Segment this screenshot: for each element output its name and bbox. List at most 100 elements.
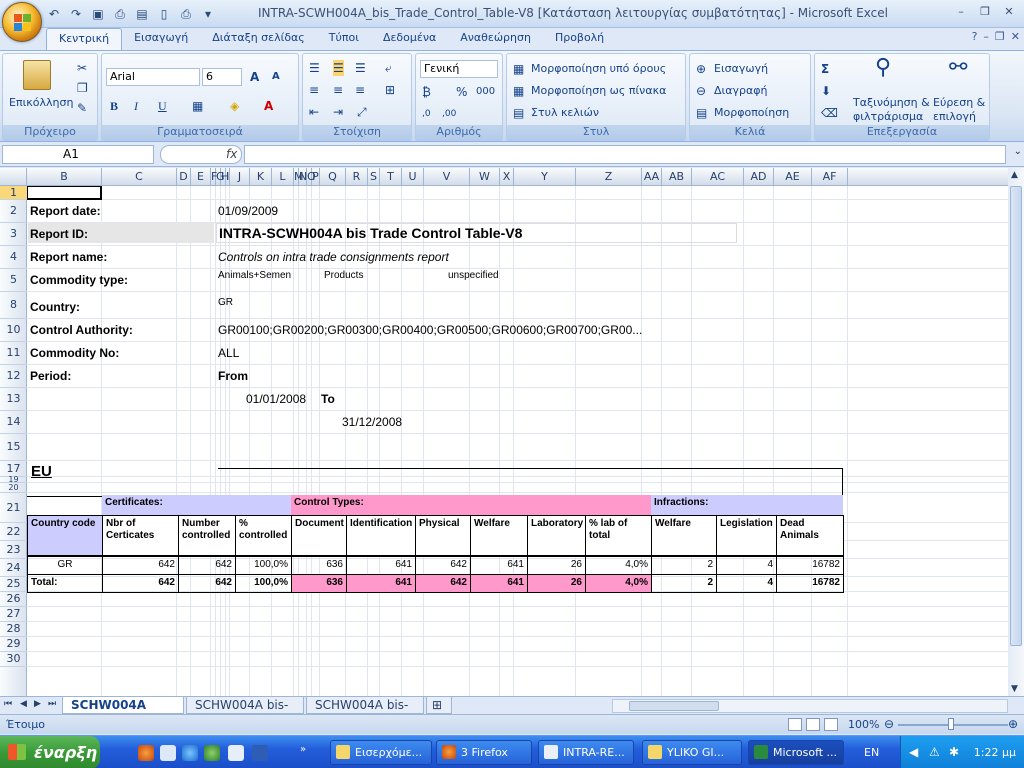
- font-size-select[interactable]: 6: [202, 68, 242, 86]
- sheet-tab-1[interactable]: SCHW004A bis-1: [62, 697, 184, 729]
- column-header[interactable]: S: [368, 168, 380, 186]
- align-middle-icon[interactable]: ☰: [333, 60, 344, 76]
- first-sheet-icon[interactable]: ⏮: [4, 699, 12, 709]
- horizontal-scrollbar[interactable]: [612, 699, 1008, 713]
- number-format-select[interactable]: Γενική: [420, 60, 498, 78]
- paste-button[interactable]: Επικόλληση: [9, 96, 73, 109]
- vertical-scrollbar[interactable]: ▲ ▼: [1008, 168, 1024, 696]
- row-header[interactable]: 15: [0, 434, 27, 461]
- tab-formulas[interactable]: Τύποι: [317, 28, 371, 50]
- increase-decimal-icon[interactable]: ,0: [422, 106, 431, 122]
- column-header[interactable]: W: [470, 168, 500, 186]
- cell-styles-button[interactable]: Στυλ κελιών: [531, 106, 599, 119]
- redo-icon[interactable]: ↷: [68, 6, 84, 22]
- insert-cells-icon[interactable]: ⊕: [696, 61, 706, 77]
- column-header[interactable]: V: [424, 168, 470, 186]
- save-icon[interactable]: ▣: [90, 6, 106, 22]
- italic-button[interactable]: I: [134, 98, 138, 114]
- column-header[interactable]: K: [250, 168, 272, 186]
- volume-icon[interactable]: ✱: [949, 745, 959, 759]
- row-header[interactable]: 12: [0, 365, 27, 388]
- wrap-text-icon[interactable]: ⤶: [385, 60, 392, 76]
- merge-center-icon[interactable]: ⊞: [385, 82, 395, 98]
- format-table-icon[interactable]: ▦: [513, 83, 524, 99]
- font-color-icon[interactable]: A: [264, 98, 273, 114]
- format-painter-icon[interactable]: ✎: [77, 100, 87, 116]
- row-header[interactable]: 20: [0, 483, 27, 493]
- workbook-close-icon[interactable]: ✕: [1011, 30, 1020, 43]
- last-sheet-icon[interactable]: ⏭: [48, 699, 56, 709]
- tab-insert[interactable]: Εισαγωγή: [122, 28, 200, 50]
- row-header[interactable]: 30: [0, 652, 27, 667]
- zoom-level[interactable]: 100%: [848, 718, 879, 731]
- taskbar-item-folder[interactable]: YLIKO GI...: [642, 740, 742, 765]
- ie-quicklaunch-icon[interactable]: [182, 745, 198, 761]
- row-header[interactable]: 11: [0, 342, 27, 365]
- taskbar-item-inbox[interactable]: Εισερχόμε...: [330, 740, 432, 765]
- font-name-select[interactable]: Arial: [106, 68, 200, 86]
- sort-filter-button-line1[interactable]: Ταξινόμηση &: [853, 96, 930, 109]
- customize-qat-icon[interactable]: ▾: [200, 6, 216, 22]
- column-header[interactable]: C: [102, 168, 177, 186]
- row-header[interactable]: 22: [0, 523, 27, 541]
- undo-icon[interactable]: ↶: [46, 6, 62, 22]
- firefox-quicklaunch-icon[interactable]: [138, 745, 154, 761]
- outlook-quicklaunch-icon[interactable]: [228, 745, 244, 761]
- zoom-out-icon[interactable]: ⊖: [884, 717, 894, 731]
- clear-icon[interactable]: ⌫: [821, 105, 838, 121]
- currency-icon[interactable]: ₿: [422, 84, 431, 100]
- find-select-icon[interactable]: ⚯: [949, 57, 967, 79]
- underline-button[interactable]: U: [158, 98, 167, 114]
- borders-icon[interactable]: ▦: [192, 98, 203, 114]
- column-header[interactable]: AE: [774, 168, 812, 186]
- row-header[interactable]: 4: [0, 246, 27, 269]
- column-header[interactable]: T: [380, 168, 402, 186]
- column-header[interactable]: Y: [514, 168, 576, 186]
- column-header[interactable]: U: [402, 168, 424, 186]
- maximize-button[interactable]: ❐: [974, 3, 996, 21]
- scroll-up-icon[interactable]: ▲: [1011, 170, 1018, 180]
- expand-formula-icon[interactable]: ⌄: [1014, 146, 1022, 157]
- orientation-icon[interactable]: ⤢: [357, 104, 367, 120]
- row-header[interactable]: 13: [0, 388, 27, 411]
- print-preview-icon[interactable]: ⎙: [112, 6, 128, 22]
- align-left-icon[interactable]: ≡: [309, 82, 319, 98]
- close-button[interactable]: ✕: [998, 3, 1020, 21]
- row-header[interactable]: 28: [0, 622, 27, 637]
- row-header[interactable]: 24: [0, 559, 27, 577]
- increase-indent-icon[interactable]: ⇥: [333, 104, 343, 120]
- column-header[interactable]: B: [27, 168, 102, 186]
- page-break-view-icon[interactable]: [824, 718, 838, 731]
- decrease-decimal-icon[interactable]: ,00: [442, 106, 456, 122]
- row-header[interactable]: 21: [0, 493, 27, 523]
- row-header[interactable]: 3: [0, 223, 27, 246]
- align-bottom-icon[interactable]: ☰: [355, 60, 366, 76]
- row-header[interactable]: 26: [0, 592, 27, 607]
- column-header[interactable]: D: [177, 168, 191, 186]
- page-layout-view-icon[interactable]: [806, 718, 820, 731]
- autosum-icon[interactable]: Σ: [821, 61, 829, 77]
- column-header[interactable]: E: [191, 168, 211, 186]
- column-header[interactable]: AD: [744, 168, 774, 186]
- language-indicator[interactable]: EN: [864, 746, 879, 759]
- insert-cells-button[interactable]: Εισαγωγή: [714, 62, 768, 75]
- column-header[interactable]: AA: [642, 168, 662, 186]
- cell-grid[interactable]: Report date: 01/09/2009 Report ID: INTRA…: [27, 186, 1008, 696]
- row-header[interactable]: 14: [0, 411, 27, 434]
- worksheet[interactable]: B C D E F G H I J K L M N O P Q R S T U V W X Y Z AA AB AC AD AE AF 12…: [0, 168, 1008, 696]
- align-top-icon[interactable]: ☰: [309, 60, 320, 76]
- format-as-table-button[interactable]: Μορφοποίηση ως πίνακα: [531, 84, 666, 97]
- row-header[interactable]: 10: [0, 319, 27, 342]
- prev-sheet-icon[interactable]: ◀: [20, 699, 27, 709]
- delete-cells-icon[interactable]: ⊖: [696, 83, 706, 99]
- sheet-tab-3[interactable]: SCHW004A bis-3: [306, 697, 424, 729]
- fill-icon[interactable]: ⬇: [821, 83, 831, 99]
- format-cells-button[interactable]: Μορφοποίηση: [714, 106, 789, 119]
- tab-data[interactable]: Δεδομένα: [371, 28, 448, 50]
- cell-styles-icon[interactable]: ▤: [513, 105, 524, 121]
- decrease-indent-icon[interactable]: ⇤: [309, 104, 319, 120]
- row-header[interactable]: 5: [0, 269, 27, 292]
- shrink-font-icon[interactable]: A: [272, 69, 280, 85]
- help-icon[interactable]: ?: [972, 30, 978, 43]
- row-header[interactable]: 29: [0, 637, 27, 652]
